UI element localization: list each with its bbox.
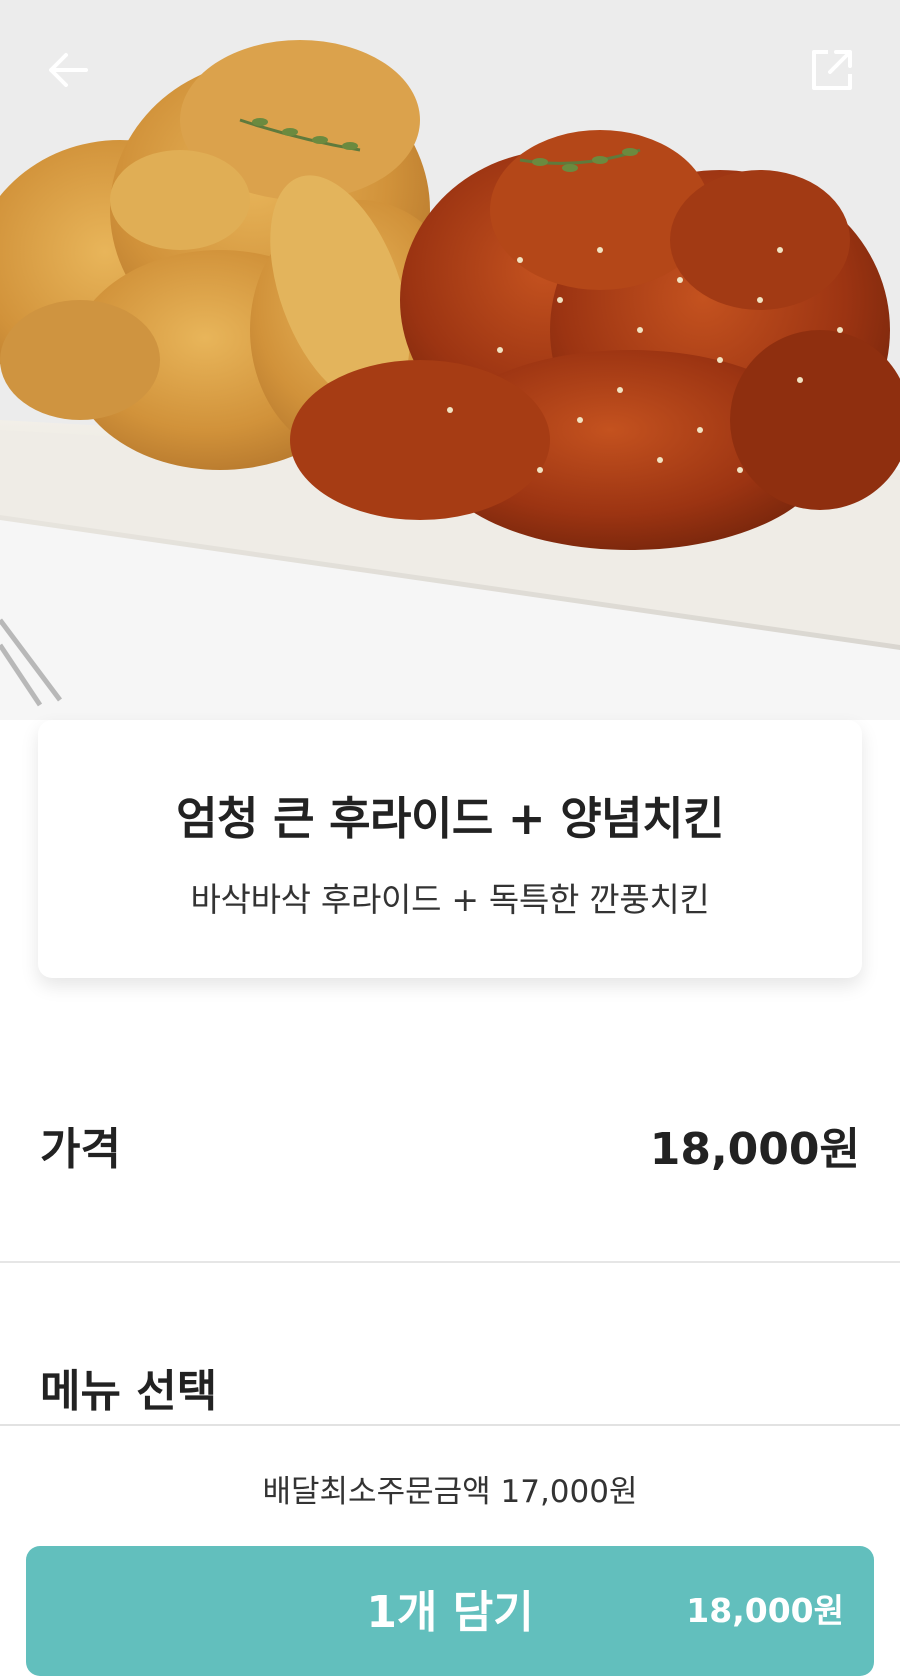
- fried-chicken-photo: [0, 0, 900, 720]
- arrow-left-icon: [49, 53, 88, 87]
- back-button[interactable]: [36, 38, 100, 102]
- menu-hero-image: [0, 0, 900, 720]
- price-label: 가격: [40, 1124, 121, 1175]
- price-value: 18,000원: [649, 1124, 860, 1175]
- add-to-cart-button[interactable]: 1개 담기 18,000원: [26, 1546, 874, 1676]
- menu-info-card: 엄청 큰 후라이드 + 양념치킨 바삭바삭 후라이드 + 독특한 깐풍치킨: [38, 720, 862, 978]
- menu-select-heading: 메뉴 선택: [40, 1366, 218, 1417]
- add-to-cart-price: 18,000원: [686, 1591, 844, 1630]
- menu-title: 엄청 큰 후라이드 + 양념치킨: [176, 792, 724, 845]
- share-icon: [812, 50, 852, 90]
- bottom-order-bar: 배달최소주문금액 17,000원 1개 담기 18,000원: [0, 1426, 900, 1676]
- min-order-amount: 배달최소주문금액 17,000원: [262, 1474, 638, 1510]
- price-row: 가격 18,000원: [40, 1115, 860, 1175]
- share-button[interactable]: [800, 38, 864, 102]
- menu-description: 바삭바삭 후라이드 + 독특한 깐풍치킨: [190, 880, 710, 919]
- divider: [0, 1261, 900, 1263]
